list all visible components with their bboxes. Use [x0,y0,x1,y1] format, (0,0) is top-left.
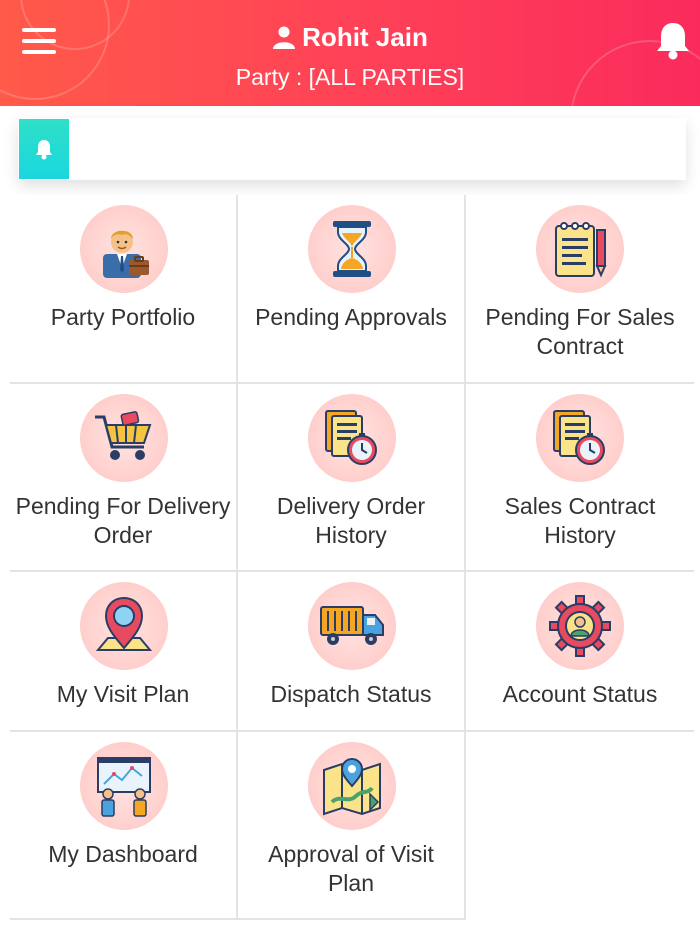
party-label: Party : [ALL PARTIES] [235,64,465,90]
tile-account-status[interactable]: Account Status [466,572,694,732]
tile-label: Dispatch Status [270,681,432,707]
shopping-cart-icon [80,394,168,482]
tile-label: Party Portfolio [50,304,196,330]
user-name-row: Rohit Jain [0,22,700,56]
map-pin-icon [80,582,168,670]
documents-stopwatch-icon [536,394,624,482]
tile-label: Delivery Order History [276,493,426,548]
route-map-icon [308,742,396,830]
tile-dispatch-status[interactable]: Dispatch Status [238,572,466,732]
app-header: Rohit Jain Party : [ALL PARTIES] [0,0,700,106]
tile-label: My Dashboard [48,841,198,867]
delivery-truck-icon [308,582,396,670]
tile-label: Pending For Delivery Order [15,493,231,548]
tile-party-portfolio[interactable]: Party Portfolio [10,195,238,384]
account-gear-icon [536,582,624,670]
businessman-icon [80,205,168,293]
user-name: Rohit Jain [302,22,428,52]
notification-icon-box [19,119,69,179]
tile-label: Sales Contract History [504,493,656,548]
tile-label: Pending Approvals [255,304,447,330]
tile-pending-for-delivery-order[interactable]: Pending For Delivery Order [10,384,238,572]
bell-icon [36,140,52,160]
tile-my-dashboard[interactable]: My Dashboard [10,732,238,920]
presentation-board-icon [80,742,168,830]
tile-label: Pending For Sales Contract [485,304,675,359]
bell-icon[interactable] [654,20,692,60]
tile-label: My Visit Plan [56,681,190,707]
tile-approval-of-visit-plan[interactable]: Approval of Visit Plan [238,732,466,920]
tile-label: Account Status [502,681,658,707]
user-icon [272,25,296,56]
notepad-pencil-icon [536,205,624,293]
tile-pending-for-sales-contract[interactable]: Pending For Sales Contract [466,195,694,384]
notification-card[interactable] [18,118,686,180]
tile-sales-contract-history[interactable]: Sales Contract History [466,384,694,572]
tile-my-visit-plan[interactable]: My Visit Plan [10,572,238,732]
hourglass-icon [308,205,396,293]
tile-pending-approvals[interactable]: Pending Approvals [238,195,466,384]
tile-label: Approval of Visit Plan [268,841,434,896]
documents-stopwatch-icon [308,394,396,482]
tile-delivery-order-history[interactable]: Delivery Order History [238,384,466,572]
